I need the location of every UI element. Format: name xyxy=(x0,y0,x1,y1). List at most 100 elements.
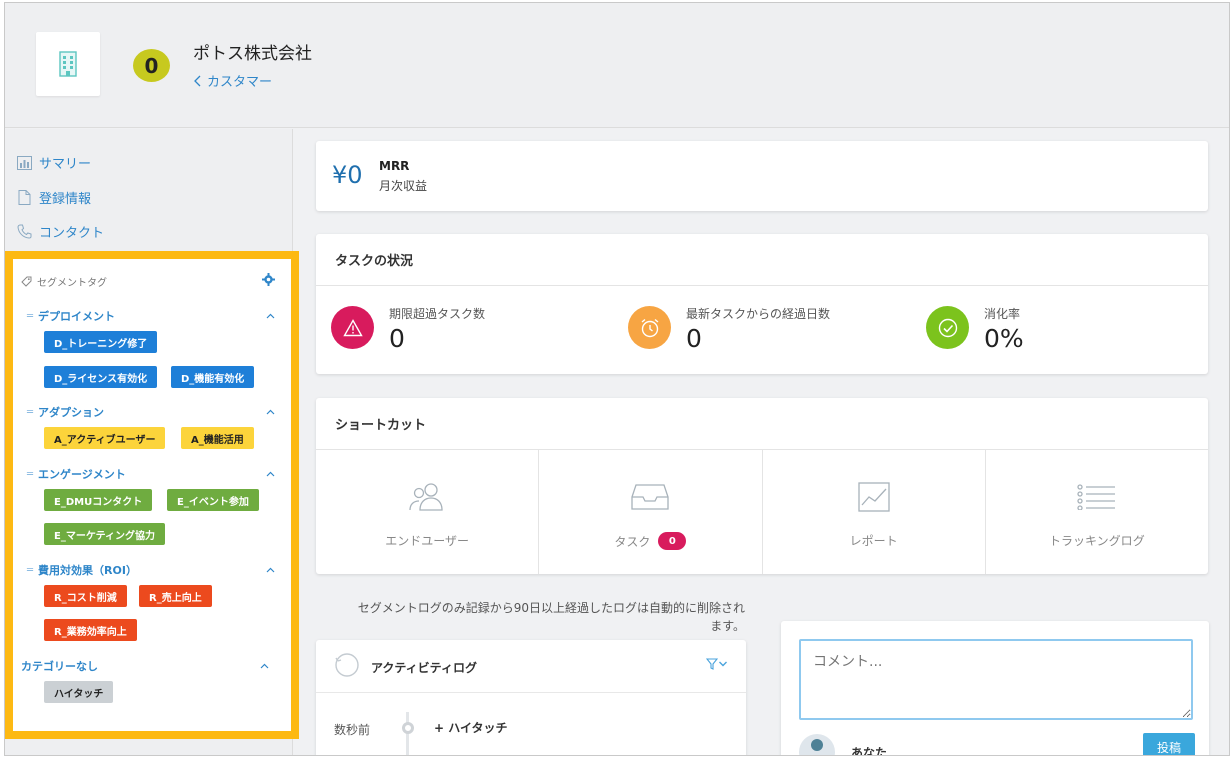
segment-tag[interactable]: R_業務効率向上 xyxy=(44,619,137,641)
segment-tag[interactable]: D_機能有効化 xyxy=(171,366,255,388)
check-icon xyxy=(926,306,969,349)
card-title: アクティビティログ xyxy=(371,661,477,675)
health-score-badge: 0 xyxy=(133,49,170,82)
sidebar-item-contact[interactable]: コンタクト xyxy=(17,222,104,241)
sidebar: サマリー 登録情報 コンタクト セグメントタグ ═ デプロイメント D_トレーニ… xyxy=(5,129,299,755)
sidebar-item-summary[interactable]: サマリー xyxy=(17,153,91,172)
drag-handle-icon: ═ xyxy=(27,564,34,576)
segment-tag[interactable]: E_イベント参加 xyxy=(167,489,259,511)
bar-chart-icon xyxy=(17,155,32,170)
group-title: エンゲージメント xyxy=(38,468,126,481)
activity-event[interactable]: + ハイタッチ xyxy=(434,719,508,736)
shortcut-grid: エンドユーザー タスク 0 レポート トラッキングログ xyxy=(316,450,1208,574)
stat-label: 期限超過タスク数 xyxy=(389,307,486,321)
chevron-up-icon[interactable] xyxy=(266,467,275,480)
drag-handle-icon: ═ xyxy=(27,406,34,418)
stat-label: 最新タスクからの経過日数 xyxy=(686,307,831,321)
segment-tag[interactable]: R_コスト削減 xyxy=(44,585,127,607)
shortcut-label: トラッキングログ xyxy=(1049,534,1145,548)
shortcut-label: レポート xyxy=(849,534,898,548)
chevron-left-icon xyxy=(194,75,201,86)
document-icon xyxy=(18,190,31,205)
chevron-up-icon[interactable] xyxy=(260,659,269,672)
avatar xyxy=(799,734,835,755)
group-title: 費用対効果（ROI） xyxy=(38,564,137,577)
tag-icon xyxy=(21,276,32,287)
group-title: カテゴリーなし xyxy=(21,660,98,673)
sidebar-item-label: サマリー xyxy=(39,157,92,172)
chevron-up-icon[interactable] xyxy=(266,563,275,576)
comment-card: あなた 投稿 xyxy=(781,621,1209,756)
task-count-badge: 0 xyxy=(658,532,687,550)
mrr-card: ¥0 MRR 月次収益 xyxy=(316,141,1208,211)
activity-log-card: アクティビティログ 数秒前 + ハイタッチ xyxy=(316,640,746,755)
list-icon xyxy=(1077,480,1117,514)
segment-tag-header: セグメントタグ xyxy=(21,273,275,289)
sidebar-item-label: 登録情報 xyxy=(39,192,92,207)
users-icon xyxy=(407,480,447,514)
chevron-down-icon xyxy=(719,661,727,667)
stat-value: 0 xyxy=(389,324,405,353)
segment-tag[interactable]: D_ライセンス有効化 xyxy=(44,366,158,388)
chevron-up-icon[interactable] xyxy=(266,309,275,322)
mrr-title: MRR xyxy=(379,159,410,173)
shortcut-label: エンドユーザー xyxy=(385,534,469,548)
stat-value: 0% xyxy=(984,324,1024,353)
shortcut-card: ショートカット エンドユーザー タスク 0 レポート トラッキングログ xyxy=(316,398,1208,574)
warning-icon xyxy=(331,306,374,349)
shortcut-tasks[interactable]: タスク 0 xyxy=(539,450,763,574)
mrr-subtitle: 月次収益 xyxy=(379,179,428,193)
timeline-line xyxy=(406,712,409,755)
drag-handle-icon: ═ xyxy=(27,310,34,322)
segment-tag[interactable]: D_トレーニング修了 xyxy=(44,331,158,353)
segment-tag[interactable]: ハイタッチ xyxy=(44,681,114,703)
filter-icon xyxy=(706,658,718,670)
breadcrumb[interactable]: カスタマー xyxy=(193,71,272,90)
filter-dropdown[interactable] xyxy=(706,658,728,670)
stat-value: 0 xyxy=(686,324,702,353)
activity-time: 数秒前 xyxy=(334,723,371,737)
group-title: デプロイメント xyxy=(38,310,116,323)
comment-user-name: あなた xyxy=(851,746,888,756)
history-icon xyxy=(334,652,360,682)
shortcut-label: タスク 0 xyxy=(614,532,687,550)
comment-input[interactable] xyxy=(799,639,1193,720)
app-window: 0 ポトス株式会社 カスタマー サマリー 登録情報 コンタクト セグメントタグ … xyxy=(4,2,1230,756)
divider xyxy=(316,285,1208,286)
task-status-card: タスクの状況 期限超過タスク数 0 最新タスクからの経過日数 0 消化率 0% xyxy=(316,234,1208,374)
page-header: 0 ポトス株式会社 カスタマー xyxy=(5,3,1229,128)
card-title: タスクの状況 xyxy=(335,254,414,269)
page-title: ポトス株式会社 xyxy=(193,44,312,64)
segment-group-uncategorized[interactable]: カテゴリーなし xyxy=(21,658,269,674)
inbox-icon xyxy=(630,480,670,514)
segment-tag[interactable]: A_アクティブユーザー xyxy=(44,427,166,449)
post-button[interactable]: 投稿 xyxy=(1143,733,1195,755)
phone-icon xyxy=(17,224,32,239)
line-chart-icon xyxy=(857,480,891,514)
shortcut-reports[interactable]: レポート xyxy=(763,450,986,574)
segment-tag[interactable]: R_売上向上 xyxy=(139,585,212,607)
segment-tag[interactable]: A_機能活用 xyxy=(181,427,254,449)
segment-group-deployment[interactable]: ═ デプロイメント xyxy=(27,308,275,324)
mrr-value: ¥0 xyxy=(332,161,363,189)
segment-tag-panel: セグメントタグ ═ デプロイメント D_トレーニング修了 D_ライセンス有効化 … xyxy=(5,251,299,739)
segment-group-adoption[interactable]: ═ アダプション xyxy=(27,404,275,420)
drag-handle-icon: ═ xyxy=(27,468,34,480)
stat-label: 消化率 xyxy=(984,307,1021,321)
shortcut-end-users[interactable]: エンドユーザー xyxy=(316,450,540,574)
segment-group-engagement[interactable]: ═ エンゲージメント xyxy=(27,466,275,482)
sidebar-item-registration[interactable]: 登録情報 xyxy=(17,188,91,207)
log-retention-note: セグメントログのみ記録から90日以上経過したログは自動的に削除され ます。 xyxy=(357,601,745,633)
timeline-dot xyxy=(402,722,414,734)
segment-group-roi[interactable]: ═ 費用対効果（ROI） xyxy=(27,562,275,578)
segment-tag[interactable]: E_DMUコンタクト xyxy=(44,489,153,511)
company-logo xyxy=(36,32,100,96)
building-icon xyxy=(59,51,77,77)
chevron-up-icon[interactable] xyxy=(266,405,275,418)
breadcrumb-label: カスタマー xyxy=(207,75,273,90)
shortcut-tracking-log[interactable]: トラッキングログ xyxy=(986,450,1208,574)
gear-icon[interactable] xyxy=(262,273,275,289)
group-title: アダプション xyxy=(38,406,105,419)
sidebar-item-label: コンタクト xyxy=(39,226,105,241)
segment-tag[interactable]: E_マーケティング協力 xyxy=(44,523,166,545)
